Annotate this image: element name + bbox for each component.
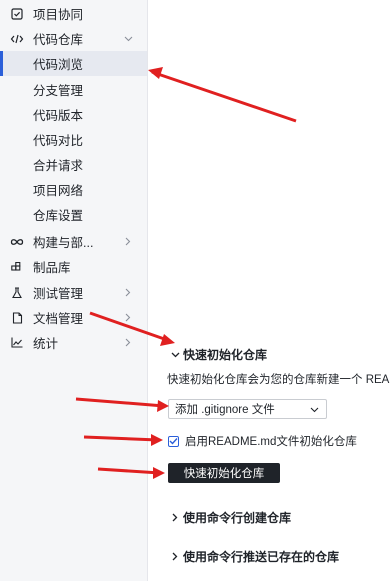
- quick-init-description: 快速初始化仓库会为您的仓库新建一个 REA: [167, 374, 390, 386]
- chevron-down-icon: [169, 349, 181, 361]
- sidebar-item-artifacts[interactable]: 制品库: [0, 254, 147, 279]
- code-brackets-icon: [10, 32, 24, 46]
- sidebar-item-label: 代码仓库: [33, 33, 84, 47]
- line-chart-icon: [10, 336, 24, 350]
- sidebar-item-code-repo[interactable]: 代码仓库: [0, 26, 147, 51]
- document-icon: [10, 311, 24, 325]
- sidebar-item-label: 项目网络: [33, 184, 84, 198]
- sidebar-item-label: 文档管理: [33, 312, 84, 326]
- section-title: 使用命令行创建仓库: [183, 511, 292, 525]
- main-panel: 快速初始化仓库 快速初始化仓库会为您的仓库新建一个 REA 添加 .gitign…: [149, 0, 391, 581]
- sidebar-item-stats[interactable]: 统计: [0, 330, 147, 355]
- sidebar-item-merge-requests[interactable]: 合并请求: [0, 152, 147, 177]
- sidebar-item-label: 仓库设置: [33, 209, 84, 223]
- sidebar-item-code-browse[interactable]: 代码浏览: [0, 51, 147, 76]
- quick-init-button[interactable]: 快速初始化仓库: [168, 463, 280, 483]
- readme-checkbox-label: 启用README.md文件初始化仓库: [185, 436, 357, 448]
- section-title: 快速初始化仓库: [183, 348, 268, 362]
- cmd-push-section-header[interactable]: 使用命令行推送已存在的仓库: [169, 548, 339, 565]
- chevron-down-icon: [310, 405, 319, 414]
- sidebar-item-label: 项目协同: [33, 8, 84, 22]
- sidebar-item-build-deploy[interactable]: 构建与部...: [0, 229, 147, 254]
- infinity-icon: [10, 235, 24, 249]
- sidebar-item-label: 制品库: [33, 261, 71, 275]
- flask-icon: [10, 286, 24, 300]
- cmd-create-section-header[interactable]: 使用命令行创建仓库: [169, 509, 291, 526]
- sidebar-item-repo-settings[interactable]: 仓库设置: [0, 202, 147, 227]
- sidebar-item-label: 合并请求: [33, 159, 84, 173]
- chevron-right-icon: [169, 551, 181, 563]
- package-icon: [10, 260, 24, 274]
- chevron-down-icon: [123, 34, 133, 44]
- sidebar-item-project-collab[interactable]: 项目协同: [0, 1, 147, 26]
- section-title: 使用命令行推送已存在的仓库: [183, 550, 340, 564]
- sidebar-item-compare[interactable]: 代码对比: [0, 127, 147, 152]
- sidebar-item-branches[interactable]: 分支管理: [0, 77, 147, 102]
- quick-init-section-header[interactable]: 快速初始化仓库: [169, 346, 267, 363]
- chevron-right-icon: [169, 512, 181, 524]
- gitignore-select[interactable]: 添加 .gitignore 文件: [168, 399, 327, 419]
- gitignore-select-value: 添加 .gitignore 文件: [175, 404, 275, 416]
- sidebar-item-network[interactable]: 项目网络: [0, 177, 147, 202]
- sidebar-item-label: 构建与部...: [33, 236, 94, 250]
- chevron-right-icon: [123, 313, 133, 323]
- sidebar-item-label: 代码对比: [33, 134, 84, 148]
- sidebar-item-label: 统计: [33, 337, 59, 351]
- chevron-right-icon: [123, 288, 133, 298]
- active-indicator: [0, 51, 3, 76]
- readme-checkbox-row[interactable]: 启用README.md文件初始化仓库: [168, 433, 357, 449]
- sidebar-item-docs[interactable]: 文档管理: [0, 305, 147, 330]
- sidebar-item-label: 代码版本: [33, 109, 84, 123]
- sidebar-item-versions[interactable]: 代码版本: [0, 102, 147, 127]
- sidebar-item-label: 代码浏览: [33, 58, 84, 72]
- sidebar: 项目协同 代码仓库 代码浏览 分支管理 代码版本 代码对比 合并请求 项目网络 …: [0, 0, 148, 581]
- readme-checkbox[interactable]: [168, 435, 179, 447]
- chevron-right-icon: [123, 237, 133, 247]
- sidebar-item-label: 分支管理: [33, 84, 84, 98]
- sidebar-item-testing[interactable]: 测试管理: [0, 280, 147, 305]
- chevron-right-icon: [123, 338, 133, 348]
- sidebar-item-label: 测试管理: [33, 287, 84, 301]
- checkbox-square-icon: [10, 7, 24, 21]
